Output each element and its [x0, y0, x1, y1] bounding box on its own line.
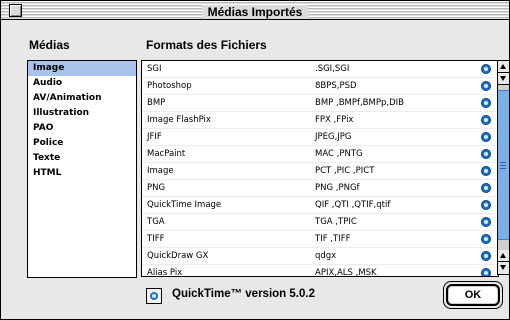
format-row[interactable]: MacPaint MAC ,PNTG — [142, 146, 498, 163]
format-name: TIFF — [147, 234, 165, 244]
ok-button[interactable]: OK — [446, 284, 500, 306]
format-name: Image FlashPix — [147, 115, 211, 125]
file-formats-list: SGI .SGI,SGI Photoshop 8BPS,PSD BMP BMP ,BM… — [141, 60, 499, 277]
format-extensions: 8BPS,PSD — [315, 81, 357, 91]
format-row[interactable]: QuickDraw GX qdgx — [142, 248, 498, 265]
quicktime-version: QuickTime™ version 5.0.2 — [172, 288, 315, 300]
format-extensions: APIX,ALS ,MSK — [315, 268, 377, 277]
scroll-up-arrow[interactable] — [498, 61, 509, 73]
format-extensions: PCT ,PIC ,PICT — [315, 166, 375, 176]
window-title-text: Médias Importés — [201, 5, 309, 19]
magnifier-icon[interactable] — [481, 64, 491, 74]
sidebar-item-html[interactable]: HTML — [28, 166, 136, 181]
format-name: BMP — [147, 98, 166, 108]
triangle-up-icon — [500, 253, 506, 258]
format-extensions: BMP ,BMPf,BMPp,DIB — [315, 98, 404, 108]
magnifier-icon[interactable] — [481, 200, 491, 210]
window-title: Médias Importés — [1, 1, 509, 19]
magnifier-icon[interactable] — [481, 132, 491, 142]
triangle-up-icon — [500, 64, 506, 69]
format-name: JFIF — [147, 132, 162, 142]
format-row[interactable]: PNG PNG ,PNGf — [142, 180, 498, 197]
format-extensions: TIF ,TIFF — [315, 234, 351, 244]
format-extensions: qdgx — [315, 251, 337, 261]
sidebar-item-illustration[interactable]: Illustration — [28, 106, 136, 121]
magnifier-icon[interactable] — [481, 81, 491, 91]
medias-header: Médias — [29, 38, 70, 52]
grip-line — [500, 168, 506, 169]
scroll-down-arrow[interactable] — [498, 73, 509, 85]
vertical-scrollbar[interactable] — [497, 60, 509, 275]
magnifier-icon[interactable] — [481, 166, 491, 176]
format-name: Alias Pix — [147, 268, 183, 277]
grip-line — [500, 162, 506, 163]
format-row[interactable]: Image FlashPix FPX ,FPix — [142, 112, 498, 129]
scroll-up-arrow-bottom[interactable] — [498, 250, 509, 262]
format-extensions: FPX ,FPix — [315, 115, 354, 125]
format-name: MacPaint — [147, 149, 186, 159]
magnifier-icon[interactable] — [481, 217, 491, 227]
sidebar-item-image[interactable]: Image — [28, 61, 136, 76]
format-name: SGI — [147, 64, 162, 74]
magnifier-icon[interactable] — [481, 268, 491, 276]
scroll-down-arrow-bottom[interactable] — [498, 262, 509, 274]
format-extensions: TGA ,TPIC — [315, 217, 357, 227]
magnifier-icon[interactable] — [481, 234, 491, 244]
format-row[interactable]: BMP BMP ,BMPf,BMPp,DIB — [142, 95, 498, 112]
magnifier-icon[interactable] — [481, 149, 491, 159]
sidebar-item-pao[interactable]: PAO — [28, 121, 136, 136]
format-extensions: .SGI,SGI — [315, 64, 350, 74]
magnifier-icon[interactable] — [481, 251, 491, 261]
format-name: QuickTime Image — [147, 200, 222, 210]
format-row[interactable]: JFIF JPEG,JPG — [142, 129, 498, 146]
format-row[interactable]: Image PCT ,PIC ,PICT — [142, 163, 498, 180]
format-row[interactable]: QuickTime Image QIF ,QTI ,QTIF,qtif — [142, 197, 498, 214]
magnifier-icon[interactable] — [481, 98, 491, 108]
formats-header: Formats des Fichiers — [146, 38, 267, 52]
sidebar-item-audio[interactable]: Audio — [28, 76, 136, 91]
format-name: TGA — [147, 217, 165, 227]
sidebar-item-av-animation[interactable]: AV/Animation — [28, 91, 136, 106]
format-row[interactable]: Photoshop 8BPS,PSD — [142, 78, 498, 95]
format-name: QuickDraw GX — [147, 251, 209, 261]
sidebar-item-texte[interactable]: Texte — [28, 151, 136, 166]
magnifier-icon[interactable] — [481, 183, 491, 193]
format-extensions: QIF ,QTI ,QTIF,qtif — [315, 200, 391, 210]
format-name: PNG — [147, 183, 166, 193]
media-category-list: Image Audio AV/Animation Illustration PA… — [27, 60, 137, 278]
magnifier-icon[interactable] — [481, 115, 491, 125]
triangle-down-icon — [500, 265, 506, 270]
format-row[interactable]: SGI .SGI,SGI — [142, 61, 498, 78]
format-row[interactable]: Alias Pix APIX,ALS ,MSK — [142, 265, 498, 277]
sidebar-item-police[interactable]: Police — [28, 136, 136, 151]
format-row[interactable]: TIFF TIF ,TIFF — [142, 231, 498, 248]
grip-line — [500, 165, 506, 166]
format-extensions: MAC ,PNTG — [315, 149, 363, 159]
format-name: Photoshop — [147, 81, 192, 91]
triangle-down-icon — [500, 76, 506, 81]
format-extensions: JPEG,JPG — [315, 132, 352, 142]
scroll-thumb[interactable] — [498, 90, 509, 240]
quicktime-icon — [146, 288, 162, 304]
title-bar[interactable]: Médias Importés — [1, 1, 509, 20]
format-name: Image — [147, 166, 174, 176]
format-row[interactable]: TGA TGA ,TPIC — [142, 214, 498, 231]
format-extensions: PNG ,PNGf — [315, 183, 360, 193]
